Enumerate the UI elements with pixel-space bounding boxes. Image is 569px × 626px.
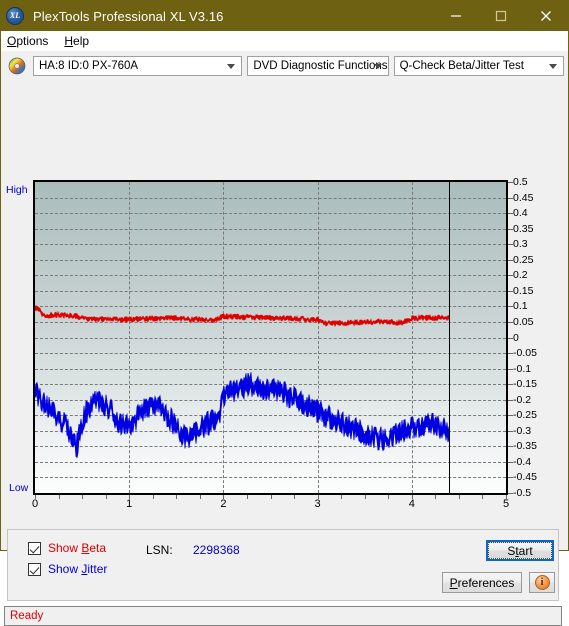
test-select[interactable]: Q-Check Beta/Jitter Test (393, 56, 564, 76)
title-bar: XL PlexTools Professional XL V3.16 (1, 1, 568, 31)
y-axis-tick-label: 0 (513, 331, 519, 344)
lsn-value: 2298368 (193, 543, 240, 557)
chevron-down-icon (373, 64, 382, 69)
maximize-icon[interactable] (478, 1, 523, 31)
status-bar: Ready (4, 606, 562, 626)
app-window: XL PlexTools Professional XL V3.16 Optio… (0, 0, 569, 626)
x-axis-tick-label: 3 (314, 498, 321, 510)
y-axis-tick-label: -0.4 (513, 455, 532, 468)
trace-beta (35, 304, 450, 328)
show-beta-label: Show Beta (48, 541, 107, 555)
data-traces (35, 304, 450, 459)
app-icon-text: XL (9, 11, 21, 20)
drive-select-value: HA:8 ID:0 PX-760A (39, 60, 139, 72)
y-axis-tick-label: 0.05 (513, 315, 534, 328)
plot-area (33, 180, 508, 495)
scan-end-marker (449, 182, 451, 493)
x-axis-tick-label: 0 (31, 498, 39, 510)
show-beta-checkbox[interactable] (28, 541, 41, 555)
y-axis-tick-label: -0.45 (513, 471, 537, 484)
y-axis-tick-label: -0.25 (513, 409, 537, 422)
show-beta-row[interactable]: Show Beta (28, 541, 106, 555)
preferences-button-label: Preferences (449, 575, 515, 590)
y-axis-tick-label: 0.2 (513, 269, 528, 282)
optical-disc-icon (8, 57, 26, 75)
function-select-value: DVD Diagnostic Functions (253, 60, 388, 72)
y-axis-tick-label: -0.1 (513, 362, 532, 375)
y-axis-tick-label: -0.2 (513, 393, 532, 406)
test-select-value: Q-Check Beta/Jitter Test (399, 60, 524, 72)
y-axis-tick-label: -0.35 (513, 440, 537, 453)
y-axis-tick-label: -0.05 (513, 347, 537, 360)
menu-bar: Options Help (1, 31, 568, 51)
menu-item-options[interactable]: Options (7, 34, 57, 48)
toolbar: HA:8 ID:0 PX-760A DVD Diagnostic Functio… (1, 51, 568, 81)
app-xl-icon: XL (6, 7, 24, 25)
close-icon[interactable] (523, 1, 568, 31)
y-axis-high-label: High (6, 184, 28, 196)
x-axis-tick-label: 1 (126, 498, 133, 510)
drive-select[interactable]: HA:8 ID:0 PX-760A (33, 56, 243, 76)
show-jitter-row[interactable]: Show Jitter (28, 562, 107, 576)
y-axis-tick-label: 0.4 (513, 207, 528, 220)
controls-group: Show Beta Show Jitter LSN: 2298368 Start… (7, 529, 559, 601)
info-icon-glyph: i (540, 576, 544, 588)
y-axis-tick-label: 0.1 (513, 300, 528, 313)
status-text: Ready (10, 610, 44, 622)
y-axis-tick-label: 0.25 (513, 253, 534, 266)
y-axis-tick-label: -0.15 (513, 378, 537, 391)
y-axis-tick-label: 0.5 (513, 176, 528, 188)
x-axis-tick-label: 2 (220, 498, 227, 510)
y-axis-tick-label: -0.3 (513, 424, 532, 437)
window-controls (433, 1, 568, 31)
chevron-down-icon (227, 64, 236, 69)
y-axis-tick-label: 0.3 (513, 238, 528, 251)
minimize-icon[interactable] (433, 1, 478, 31)
y-axis-labels: 0.5 0.45 0.4 0.35 0.3 0.25 0.2 0.15 0.1 0.05 0 -0.0… (513, 176, 568, 499)
info-icon: i (534, 575, 550, 590)
y-axis-tick-label: 0.15 (513, 284, 534, 297)
y-axis-low-label: Low (9, 482, 29, 494)
chart-panel: High Low 0.5 0.45 0.4 0.35 0.3 0.25 0.2 0.15 0.1… (1, 81, 569, 626)
lsn-label: LSN: (146, 543, 173, 557)
y-axis-tick-label: 0.35 (513, 222, 534, 235)
window-title: PlexTools Professional XL V3.16 (33, 8, 224, 24)
x-axis-labels: 0 1 2 3 4 5 (1, 498, 569, 518)
info-button[interactable]: i (529, 572, 555, 593)
x-axis-tick-label: 4 (408, 498, 415, 510)
function-select[interactable]: DVD Diagnostic Functions (247, 56, 389, 76)
chevron-down-icon (548, 64, 557, 69)
menu-item-help[interactable]: Help (64, 34, 98, 48)
trace-jitter (35, 372, 450, 459)
show-jitter-checkbox[interactable] (28, 562, 41, 576)
y-axis-tick-label: 0.45 (513, 191, 534, 204)
preferences-button[interactable]: Preferences (442, 572, 522, 593)
show-jitter-label: Show Jitter (48, 562, 108, 576)
beta-jitter-chart: High Low 0.5 0.45 0.4 0.35 0.3 0.25 0.2 0.15 0.1… (1, 84, 569, 510)
x-axis-tick-label: 5 (502, 498, 510, 510)
